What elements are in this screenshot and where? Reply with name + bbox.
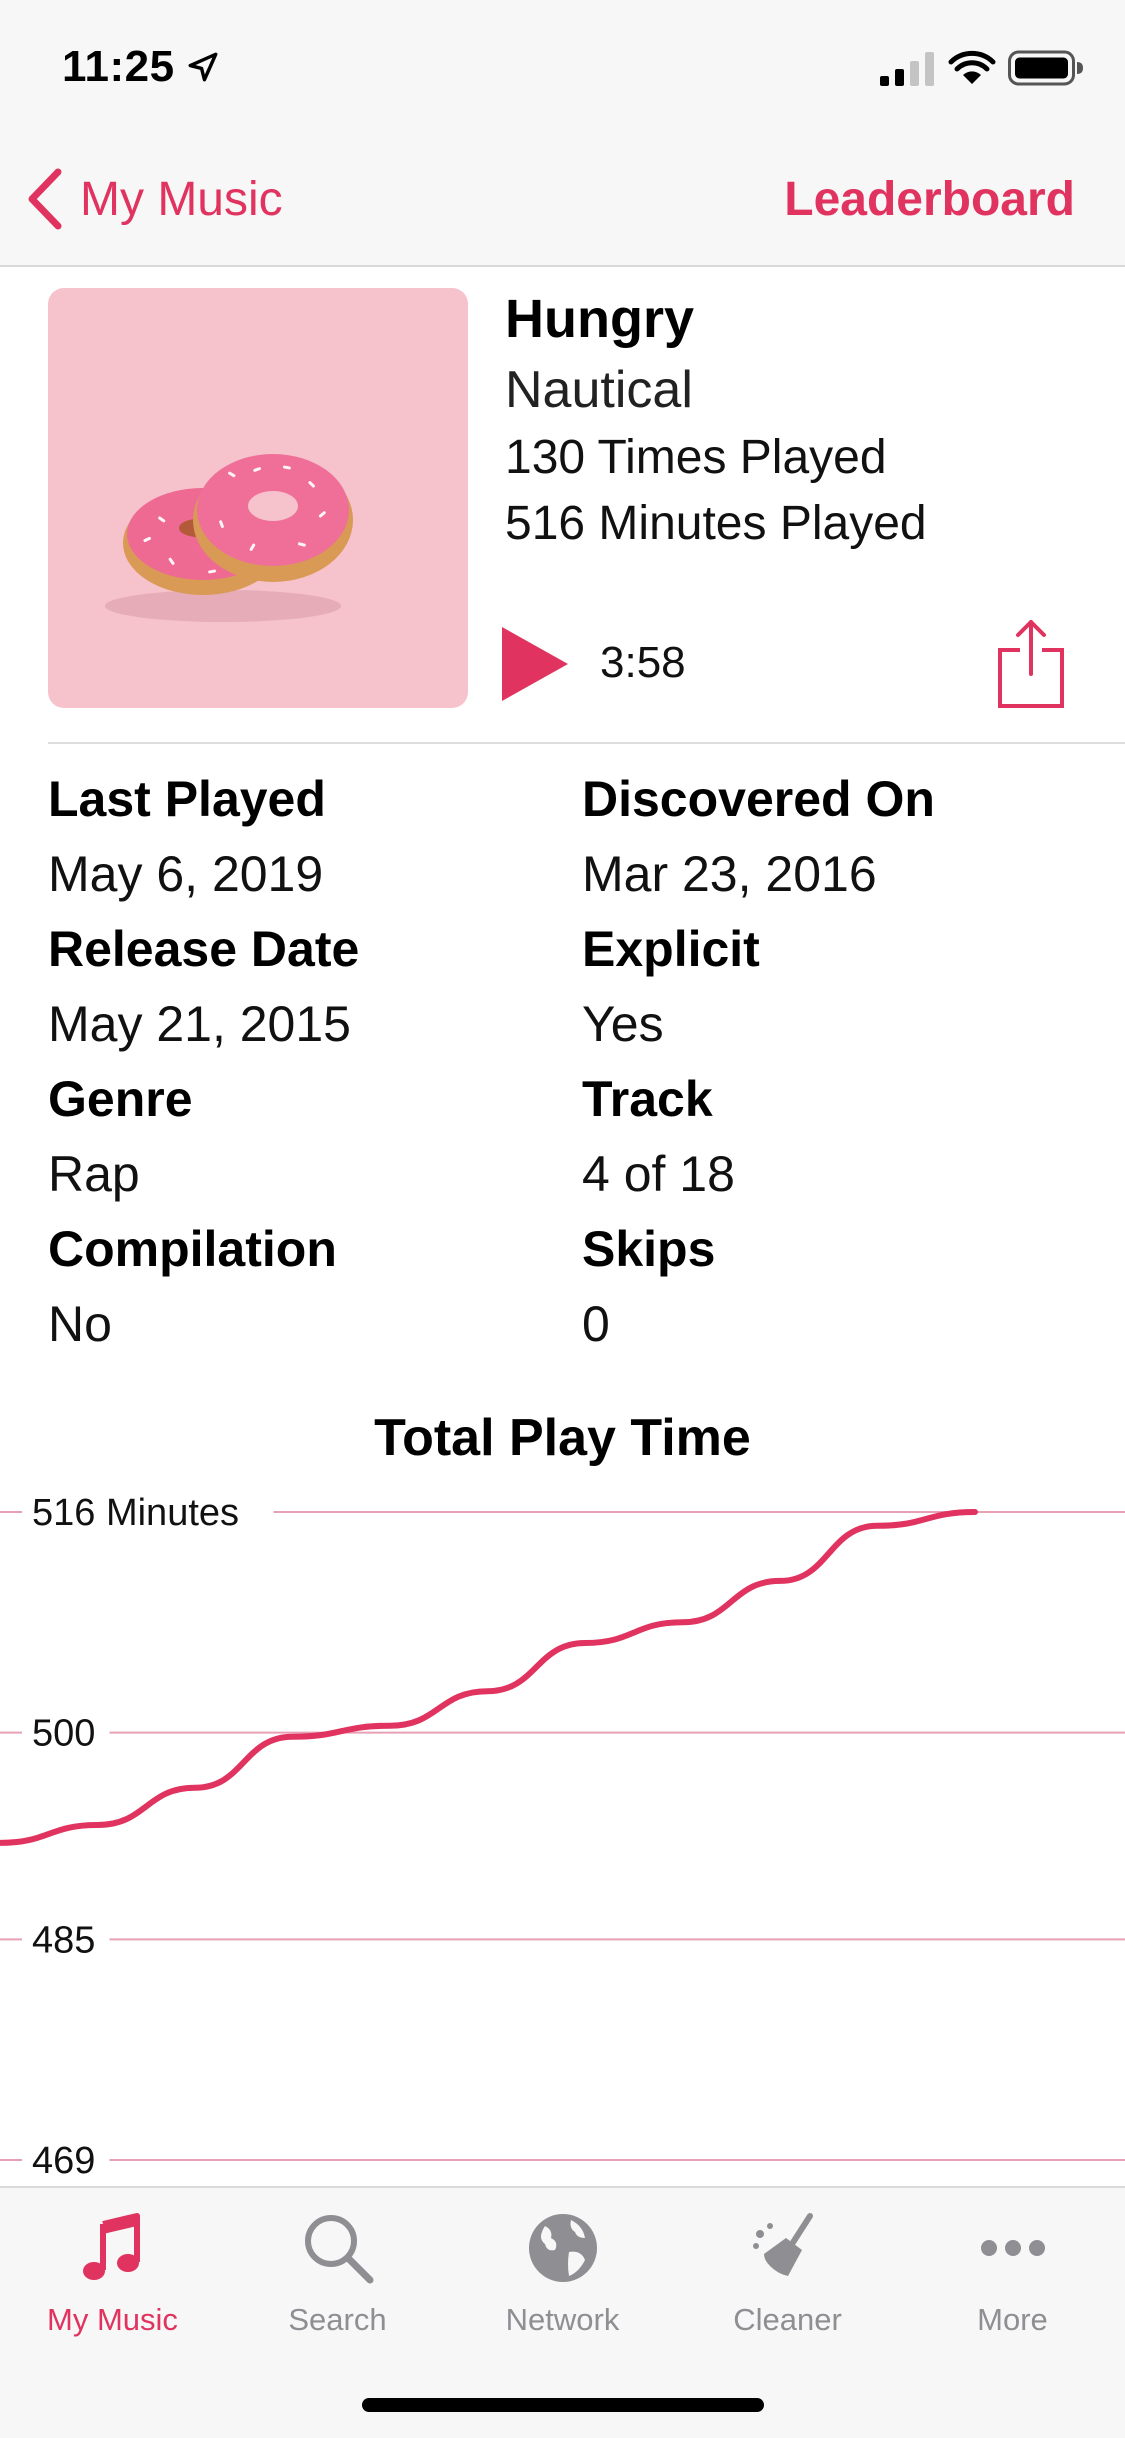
cellular-signal-icon	[880, 52, 934, 86]
globe-icon	[528, 2214, 597, 2282]
detail-value: Mar 23, 2016	[582, 846, 877, 902]
detail-value: May 6, 2019	[48, 846, 324, 902]
music-note-icon	[82, 2213, 140, 2280]
location-arrow-icon	[188, 52, 218, 82]
play-time-chart: 516 Minutes 500 485 469	[0, 1492, 1125, 2182]
detail-label: Compilation	[48, 1221, 337, 1277]
home-indicator	[362, 2398, 764, 2412]
detail-label: Discovered On	[582, 771, 935, 827]
status-time: 11:25	[62, 42, 175, 91]
battery-icon	[1008, 50, 1083, 86]
times-played: 130 Times Played	[505, 431, 887, 484]
status-bar: 11:25	[0, 0, 1125, 140]
back-button[interactable]: My Music	[24, 164, 283, 234]
y-tick-label: 516 Minutes	[32, 1492, 239, 1534]
back-button-label: My Music	[80, 172, 283, 226]
y-tick-label: 469	[32, 2140, 95, 2182]
leaderboard-button[interactable]: Leaderboard	[784, 172, 1075, 227]
detail-label: Track	[582, 1071, 713, 1127]
detail-label: Release Date	[48, 921, 360, 977]
detail-value: 0	[582, 1296, 610, 1352]
share-icon[interactable]	[996, 618, 1066, 710]
y-tick-label: 485	[32, 1919, 95, 1961]
detail-value: No	[48, 1296, 112, 1352]
detail-value: May 21, 2015	[48, 996, 351, 1052]
ellipsis-icon	[980, 2240, 1045, 2256]
tab-network[interactable]: Network	[450, 2208, 675, 2358]
tab-more[interactable]: More	[900, 2208, 1125, 2358]
tab-label: Search	[288, 2302, 387, 2337]
minutes-played: 516 Minutes Played	[505, 497, 927, 550]
navigation-bar: My Music Leaderboard	[0, 140, 1125, 267]
artist-name: Nautical	[505, 361, 693, 419]
detail-value: Yes	[582, 996, 664, 1052]
play-icon[interactable]	[500, 625, 570, 703]
broom-icon	[752, 2213, 813, 2276]
series-line	[0, 1509, 978, 1846]
y-tick-label: 500	[32, 1713, 95, 1755]
song-duration: 3:58	[600, 638, 686, 687]
song-title: Hungry	[505, 289, 694, 349]
detail-value: Rap	[48, 1146, 140, 1202]
detail-label: Explicit	[582, 921, 760, 977]
magnifier-icon	[304, 2215, 373, 2284]
chart-title: Total Play Time	[374, 1409, 751, 1467]
detail-label: Skips	[582, 1221, 716, 1277]
tab-label: My Music	[47, 2302, 178, 2337]
detail-value: 4 of 18	[582, 1146, 735, 1202]
detail-label: Last Played	[48, 771, 326, 827]
tab-search[interactable]: Search	[225, 2208, 450, 2358]
detail-label: Genre	[48, 1071, 193, 1127]
section-divider	[48, 742, 1125, 744]
chevron-left-icon	[28, 168, 62, 230]
tab-label: More	[977, 2302, 1048, 2337]
wifi-icon	[948, 50, 996, 84]
tab-my-music[interactable]: My Music	[0, 2208, 225, 2358]
donuts-image	[105, 454, 353, 622]
album-artwork	[48, 288, 468, 708]
tab-label: Cleaner	[733, 2302, 842, 2337]
tab-cleaner[interactable]: Cleaner	[675, 2208, 900, 2358]
tab-label: Network	[505, 2302, 620, 2337]
